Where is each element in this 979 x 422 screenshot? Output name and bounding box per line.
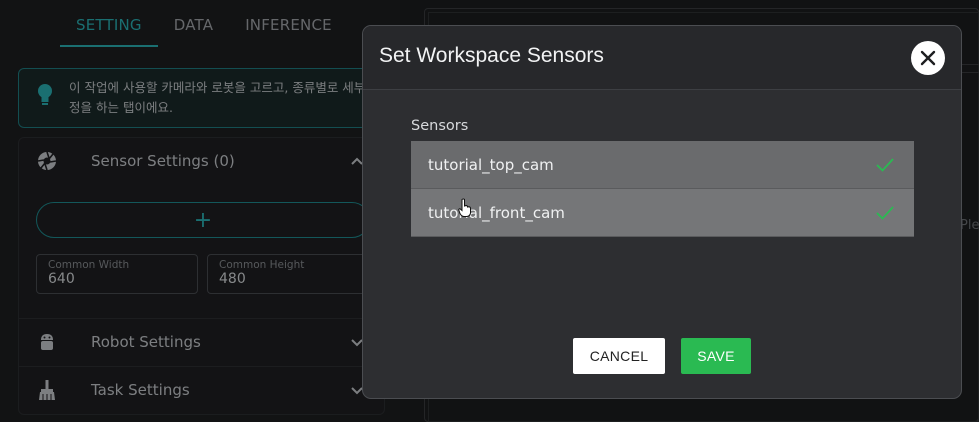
sensor-option-tutorial-front-cam[interactable]: tutorial_front_cam bbox=[411, 189, 914, 237]
close-icon bbox=[920, 50, 936, 66]
close-button[interactable] bbox=[911, 41, 945, 75]
checkmark-icon bbox=[876, 206, 894, 220]
modal-header: Set Workspace Sensors bbox=[363, 26, 961, 90]
sensor-option-label: tutorial_front_cam bbox=[428, 203, 565, 222]
sensors-label: Sensors bbox=[411, 118, 469, 134]
cancel-button[interactable]: CANCEL bbox=[573, 338, 665, 374]
checkmark-icon bbox=[876, 158, 894, 172]
hand-pointer-icon bbox=[458, 198, 471, 217]
set-workspace-sensors-dialog: Set Workspace Sensors Sensors tutorial_t… bbox=[362, 25, 962, 399]
sensor-option-tutorial-top-cam[interactable]: tutorial_top_cam bbox=[411, 141, 914, 189]
modal-title: Set Workspace Sensors bbox=[379, 44, 604, 67]
save-button[interactable]: SAVE bbox=[681, 338, 751, 374]
sensor-option-label: tutorial_top_cam bbox=[428, 155, 554, 174]
sensor-list: tutorial_top_cam tutorial_front_cam bbox=[411, 141, 914, 237]
